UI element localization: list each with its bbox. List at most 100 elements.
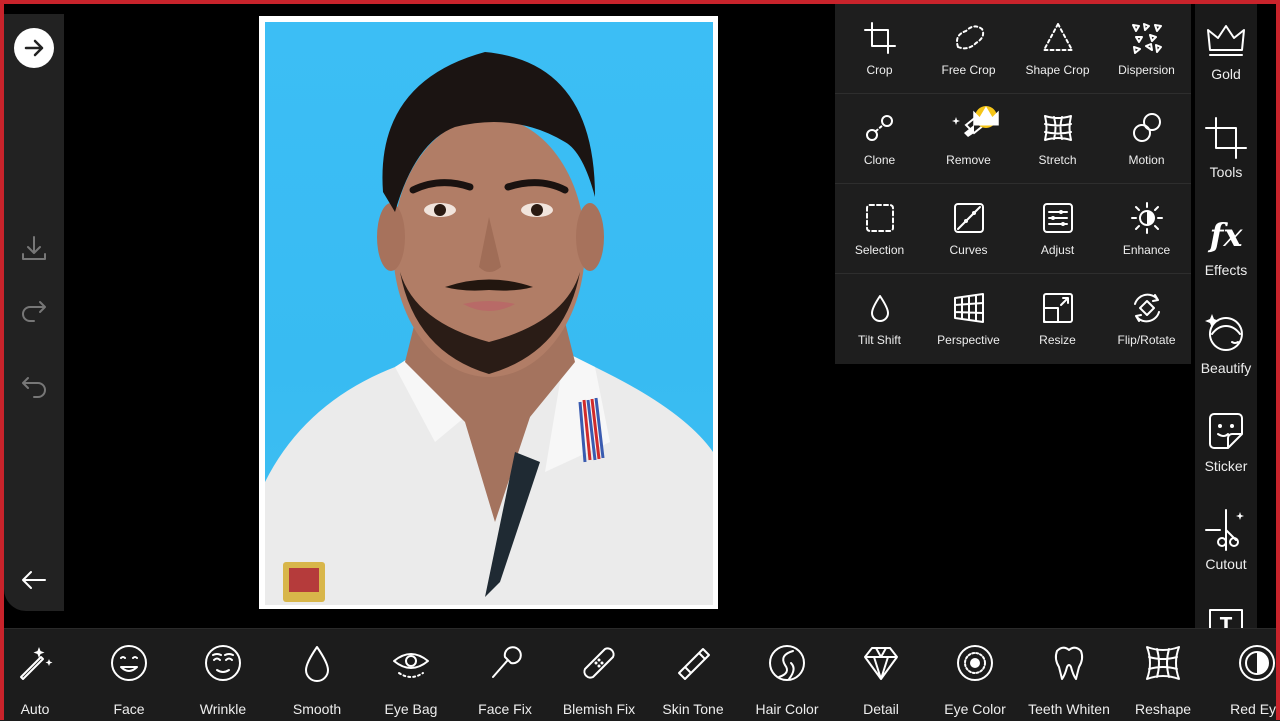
rail-cutout[interactable]: Cutout	[1195, 508, 1257, 572]
bandage-icon	[583, 647, 615, 679]
enhance-icon	[1130, 201, 1163, 234]
tool-label: Dispersion	[1118, 62, 1175, 77]
right-category-rail: Gold Tools fx Effects Beautify Sticker C…	[1195, 4, 1257, 637]
crop-icon	[1205, 117, 1247, 159]
tool-enhance[interactable]: Enhance	[1102, 184, 1191, 274]
dispersion-icon	[1131, 22, 1162, 54]
tool-label: Free Crop	[941, 62, 996, 77]
hair-icon	[769, 645, 805, 681]
bottom-tool-label: Face Fix	[478, 701, 532, 717]
flip-rotate-icon	[1133, 293, 1160, 323]
bottom-tool-hair-color[interactable]: Hair Color	[740, 643, 834, 717]
tool-label: Flip/Rotate	[1117, 333, 1176, 347]
bottom-tool-label: Hair Color	[755, 701, 819, 717]
bottom-tool-label: Face	[113, 701, 145, 717]
tool-label: Crop	[866, 62, 893, 77]
undo-button[interactable]	[14, 368, 54, 408]
diamond-icon	[864, 647, 898, 680]
rail-beautify[interactable]: Beautify	[1195, 312, 1257, 376]
bottom-tool-label: Teeth Whiten	[1028, 701, 1110, 717]
bottom-tool-face[interactable]: Face	[82, 643, 176, 717]
tube-icon	[678, 648, 710, 680]
tool-label: Tilt Shift	[858, 333, 901, 347]
clone-icon	[865, 114, 893, 141]
rail-label: Cutout	[1205, 556, 1247, 572]
bottom-tool-label: Red Eye	[1230, 701, 1280, 717]
rail-sticker[interactable]: Sticker	[1195, 410, 1257, 474]
perspective-icon	[953, 293, 984, 323]
tool-perspective[interactable]: Perspective	[924, 274, 1013, 364]
next-button[interactable]	[14, 28, 54, 68]
drop-icon	[305, 646, 329, 682]
rail-gold[interactable]: Gold	[1195, 18, 1257, 82]
photo-canvas[interactable]	[259, 16, 718, 609]
tool-label: Enhance	[1122, 242, 1171, 257]
tool-flip-rotate[interactable]: Flip/Rotate	[1102, 274, 1191, 364]
tool-label: Curves	[949, 242, 988, 257]
tool-clone[interactable]: Clone	[835, 94, 924, 184]
redo-button[interactable]	[14, 292, 54, 332]
bottom-tool-wrinkle[interactable]: Wrinkle	[176, 643, 270, 717]
tool-label: Motion	[1128, 152, 1165, 167]
brush-icon	[492, 646, 522, 678]
tool-motion[interactable]: Motion	[1102, 94, 1191, 184]
bottom-tool-label: Wrinkle	[199, 701, 247, 717]
rail-tools[interactable]: Tools	[1195, 116, 1257, 180]
wrinkle-icon	[205, 645, 241, 681]
portrait-illustration	[265, 52, 713, 605]
bottom-tool-label: Skin Tone	[662, 701, 724, 717]
tool-remove[interactable]: Remove	[924, 94, 1013, 184]
tool-selection[interactable]: Selection	[835, 184, 924, 274]
tool-stretch[interactable]: Stretch	[1013, 94, 1102, 184]
download-button[interactable]	[14, 228, 54, 268]
eye-icon	[393, 653, 429, 678]
tool-tilt-shift[interactable]: Tilt Shift	[835, 274, 924, 364]
tool-curves[interactable]: Curves	[924, 184, 1013, 274]
tool-label: Perspective	[937, 333, 1000, 347]
bottom-tool-blemish-fix[interactable]: Blemish Fix	[552, 643, 646, 717]
tool-label: Shape Crop	[1025, 62, 1090, 77]
tool-resize[interactable]: Resize	[1013, 274, 1102, 364]
bottom-tool-eye-bag[interactable]: Eye Bag	[364, 643, 458, 717]
stretch-icon	[1043, 114, 1072, 141]
bottom-tool-detail[interactable]: Detail	[834, 643, 928, 717]
grid-warp-icon	[1146, 646, 1180, 680]
arrow-right-icon	[24, 39, 44, 57]
tilt-shift-icon	[870, 295, 889, 322]
shape-crop-icon	[1042, 22, 1073, 51]
tool-crop[interactable]: Crop	[835, 4, 924, 94]
magic-wand-icon	[20, 647, 53, 680]
tool-free-crop[interactable]: Free Crop	[924, 4, 1013, 94]
tools-panel: Crop Free Crop Shape Crop Dispersion Clo…	[835, 4, 1191, 364]
rail-label: Gold	[1211, 66, 1241, 82]
free-crop-icon	[955, 24, 984, 49]
tool-label: Remove	[946, 152, 991, 167]
bottom-tool-auto[interactable]: Auto	[0, 643, 82, 717]
back-button[interactable]	[14, 560, 54, 600]
bottom-tool-red-eye[interactable]: Red Eye	[1210, 643, 1280, 717]
bottom-tool-smooth[interactable]: Smooth	[270, 643, 364, 717]
portrait-photo	[265, 22, 713, 605]
curves-icon	[953, 202, 984, 233]
crown-icon	[1207, 25, 1245, 56]
resize-icon	[1042, 293, 1073, 323]
tool-shape-crop[interactable]: Shape Crop	[1013, 4, 1102, 94]
undo-icon	[22, 377, 46, 398]
bottom-tool-label: Smooth	[292, 701, 342, 717]
bottom-tool-teeth-whiten[interactable]: Teeth Whiten	[1022, 643, 1116, 717]
arrow-left-icon	[22, 571, 46, 589]
tool-dispersion[interactable]: Dispersion	[1102, 4, 1191, 94]
tooth-icon	[1054, 646, 1084, 680]
rail-label: Beautify	[1200, 360, 1252, 376]
face-sparkle-icon	[1205, 314, 1243, 351]
bottom-tool-label: Detail	[863, 701, 899, 717]
motion-icon	[1132, 112, 1161, 142]
tool-adjust[interactable]: Adjust	[1013, 184, 1102, 274]
bottom-tool-face-fix[interactable]: Face Fix	[458, 643, 552, 717]
bottom-tool-eye-color[interactable]: Eye Color	[928, 643, 1022, 717]
bottom-tool-skin-tone[interactable]: Skin Tone	[646, 643, 740, 717]
bottom-tool-reshape[interactable]: Reshape	[1116, 643, 1210, 717]
cutout-icon	[1205, 509, 1244, 551]
rail-effects[interactable]: fx Effects	[1195, 214, 1257, 278]
tool-label: Adjust	[1040, 242, 1075, 257]
